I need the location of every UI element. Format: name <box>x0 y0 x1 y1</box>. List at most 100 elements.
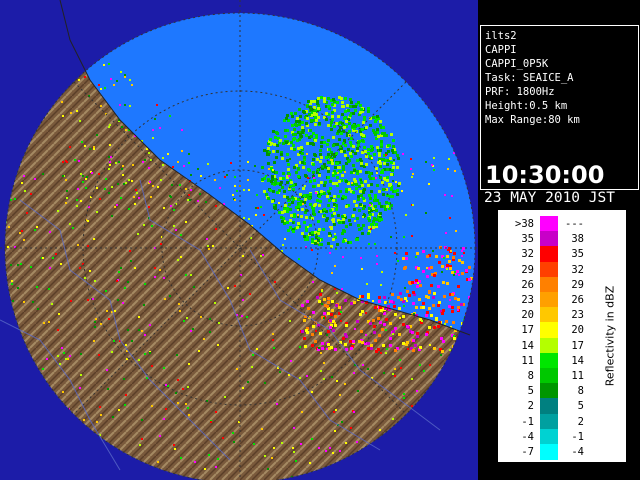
echo-pixel <box>460 303 463 306</box>
echo-pixel <box>401 190 403 192</box>
echo-pixel <box>316 296 319 299</box>
echo-pixel <box>391 293 394 296</box>
echo-pixel <box>425 333 428 336</box>
echo-pixel <box>242 255 244 257</box>
echo-pixel <box>395 181 397 183</box>
echo-pixel <box>108 126 110 128</box>
echo-pixel <box>233 441 235 443</box>
echo-pixel <box>36 286 38 288</box>
echo-pixel <box>171 184 173 186</box>
echo-pixel <box>404 297 407 300</box>
echo-pixel <box>188 153 190 155</box>
legend-low-label: >38 <box>515 218 534 230</box>
echo-pixel <box>372 319 375 322</box>
echo-pixel <box>199 193 201 195</box>
echo-pixel <box>361 295 364 298</box>
echo-pixel <box>374 339 377 342</box>
echo-pixel <box>458 274 460 276</box>
echo-pixel <box>160 179 162 181</box>
echo-pixel <box>62 175 64 177</box>
echo-pixel <box>185 274 187 276</box>
echo-pixel <box>453 337 456 340</box>
echo-pixel <box>112 416 114 418</box>
echo-pixel <box>105 178 107 180</box>
echo-pixel <box>80 173 82 175</box>
echo-pixel <box>311 240 314 243</box>
echo-pixel <box>124 104 126 106</box>
echo-pixel <box>34 178 36 180</box>
echo-pixel <box>110 156 112 158</box>
echo-pixel <box>435 318 438 321</box>
echo-pixel <box>303 221 306 224</box>
echo-pixel <box>399 292 402 295</box>
echo-pixel <box>408 281 411 284</box>
echo-pixel <box>380 205 383 208</box>
echo-pixel <box>367 232 370 235</box>
echo-pixel <box>426 255 429 258</box>
echo-pixel <box>162 164 164 166</box>
echo-pixel <box>312 311 315 314</box>
echo-pixel <box>457 298 460 301</box>
echo-pixel <box>411 378 413 380</box>
legend-high-label: 29 <box>571 278 584 291</box>
echo-pixel <box>359 158 362 161</box>
echo-pixel <box>215 466 217 468</box>
echo-pixel <box>261 428 263 430</box>
echo-pixel <box>312 132 315 135</box>
echo-pixel <box>286 159 289 162</box>
echo-pixel <box>327 170 330 173</box>
echo-pixel <box>286 153 289 156</box>
echo-pixel <box>320 352 322 354</box>
echo-pixel <box>20 263 22 265</box>
echo-pixel <box>318 174 321 177</box>
echo-pixel <box>451 195 453 197</box>
echo-pixel <box>327 105 330 108</box>
legend-color-swatch <box>540 398 558 415</box>
echo-pixel <box>295 124 298 127</box>
echo-pixel <box>280 153 283 156</box>
echo-pixel <box>320 370 322 372</box>
echo-pixel <box>367 368 369 370</box>
echo-pixel <box>135 189 137 191</box>
echo-pixel <box>445 320 448 323</box>
echo-pixel <box>292 230 295 233</box>
echo-pixel <box>338 129 341 132</box>
echo-pixel <box>419 346 422 349</box>
echo-pixel <box>444 194 446 196</box>
echo-pixel <box>352 214 355 217</box>
echo-pixel <box>394 252 396 254</box>
echo-pixel <box>353 200 356 203</box>
echo-pixel <box>264 382 266 384</box>
echo-pixel <box>108 318 110 320</box>
echo-pixel <box>292 188 295 191</box>
echo-pixel <box>317 232 320 235</box>
echo-pixel <box>375 167 378 170</box>
echo-pixel <box>26 212 28 214</box>
echo-pixel <box>320 190 323 193</box>
echo-pixel <box>360 330 363 333</box>
echo-pixel <box>63 352 65 354</box>
echo-pixel <box>416 252 419 255</box>
echo-pixel <box>356 320 359 323</box>
echo-pixel <box>454 170 456 172</box>
legend-high-label: --- <box>565 218 584 230</box>
echo-pixel <box>141 330 143 332</box>
echo-pixel <box>340 320 342 322</box>
echo-pixel <box>437 285 440 288</box>
echo-pixel <box>179 184 181 186</box>
radar-site-name: ilts2 <box>485 30 517 42</box>
echo-pixel <box>336 176 339 179</box>
echo-pixel <box>353 372 355 374</box>
echo-pixel <box>302 187 305 190</box>
echo-pixel <box>77 244 79 246</box>
echo-pixel <box>165 384 167 386</box>
echo-pixel <box>264 455 266 457</box>
echo-pixel <box>281 186 284 189</box>
echo-pixel <box>316 158 319 161</box>
echo-pixel <box>100 414 102 416</box>
echo-pixel <box>314 231 317 234</box>
echo-pixel <box>369 204 371 206</box>
echo-pixel <box>297 222 300 225</box>
legend-color-swatch <box>540 216 558 232</box>
echo-pixel <box>356 159 359 162</box>
